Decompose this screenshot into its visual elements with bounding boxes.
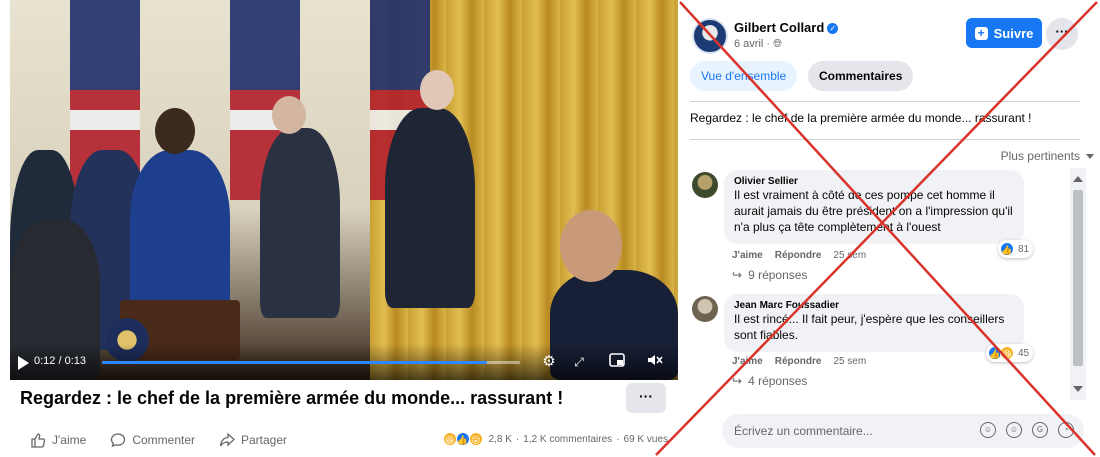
comment-reaction-count: 81 — [1018, 243, 1030, 255]
comment-reply-link[interactable]: Répondre — [775, 356, 822, 367]
video-time: 0:12 / 0:13 — [34, 355, 86, 367]
person-figure — [130, 150, 230, 320]
comment-sort-dropdown[interactable]: Plus pertinents — [1001, 149, 1094, 163]
comment-bubble: Jean Marc Foussadier Il est rincé... Il … — [724, 294, 1024, 352]
video-progress-bar[interactable] — [102, 361, 520, 364]
post-date-row: 6 avril · 🌐︎ — [734, 38, 782, 51]
comment-author[interactable]: Jean Marc Foussadier — [734, 300, 1014, 311]
comment-bubble: Olivier Sellier Il est vraiment à côté d… — [724, 170, 1024, 244]
composer-icons: ☺ ☺ G ◔ — [980, 422, 1074, 438]
comment-icon — [111, 433, 126, 448]
settings-icon[interactable]: ⚙ — [540, 353, 558, 371]
video-progress-fill — [102, 361, 487, 364]
comment-reaction-count: 45 — [1018, 347, 1030, 359]
comment-text: Il est rincé... Il fait peur, j'espère q… — [734, 312, 1005, 342]
thumbs-up-icon — [31, 433, 46, 448]
post-date[interactable]: 6 avril · — [734, 38, 770, 50]
plus-icon: + — [974, 26, 988, 40]
view-replies-link[interactable]: ↪ 4 réponses — [732, 374, 807, 388]
comment-label: Commenter — [132, 433, 195, 447]
like-reaction-icon: 👍 — [455, 432, 470, 446]
scroll-down-arrow-icon[interactable] — [1073, 386, 1083, 392]
divider — [690, 139, 1080, 140]
reply-arrow-icon: ↪ — [732, 268, 743, 282]
follow-button[interactable]: + Suivre — [966, 18, 1042, 48]
like-button[interactable]: J'aime — [30, 432, 86, 448]
comment-reactions[interactable]: 👍 😆 45 — [986, 344, 1034, 362]
author-name-row: Gilbert Collard ✓ — [734, 20, 839, 35]
facebook-video-post: 0:12 / 0:13 ⚙ ⤢ Regardez : le chef de la… — [0, 0, 1100, 457]
video-controls: 0:12 / 0:13 ⚙ ⤢ — [10, 344, 678, 380]
sticker-icon[interactable]: ◔ — [1058, 422, 1074, 438]
comment-reactions[interactable]: 👍 81 — [998, 240, 1034, 258]
comment-meta: J'aime Répondre 25 sem — [732, 356, 866, 367]
like-reaction-icon: 👍 — [1000, 242, 1014, 256]
post-caption: Regardez : le chef de la première armée … — [690, 111, 1032, 125]
comment-like-link[interactable]: J'aime — [732, 356, 763, 367]
volume-muted-icon[interactable] — [646, 353, 664, 371]
comments-scrollbar[interactable] — [1070, 168, 1086, 400]
comment-composer[interactable]: Écrivez un commentaire... ☺ ☺ G ◔ — [722, 414, 1084, 448]
tab-overview[interactable]: Vue d'ensemble — [690, 61, 798, 91]
gif-icon[interactable]: G — [1032, 422, 1048, 438]
comment-time[interactable]: 25 sem — [833, 356, 866, 367]
comment-reply-link[interactable]: Répondre — [775, 250, 822, 261]
share-button[interactable]: Partager — [219, 432, 287, 448]
comment-text: Il est vraiment à côté de ces pompe cet … — [734, 188, 1013, 234]
divider — [690, 101, 1080, 102]
panel-more-button[interactable]: ··· — [1046, 18, 1078, 50]
comment-author[interactable]: Olivier Sellier — [734, 176, 1014, 187]
commenter-avatar[interactable] — [692, 172, 718, 198]
replies-label: 9 réponses — [748, 268, 808, 282]
tab-comments[interactable]: Commentaires — [808, 61, 914, 91]
follow-label: Suivre — [993, 25, 1034, 41]
person-head — [155, 108, 195, 154]
scroll-thumb[interactable] — [1073, 190, 1083, 366]
post-actions: J'aime Commenter Partager — [30, 431, 287, 449]
chevron-down-icon — [1086, 153, 1094, 159]
reaction-count[interactable]: 2,8 K — [489, 434, 512, 445]
miniplayer-icon[interactable] — [608, 353, 626, 371]
like-label: J'aime — [52, 433, 87, 447]
person-head — [560, 210, 622, 282]
view-count: 69 K vues — [623, 433, 668, 445]
verified-badge-icon: ✓ — [827, 23, 839, 34]
post-side-panel: Gilbert Collard ✓ 6 avril · 🌐︎ + Suivre ·… — [680, 0, 1100, 457]
replies-label: 4 réponses — [748, 374, 808, 388]
post-stats: 😆 👍 😮 2,8 K · 1,2 K commentaires · 69 K … — [442, 432, 668, 446]
separator-dot: · — [616, 433, 620, 445]
play-icon[interactable] — [18, 356, 29, 370]
avatar-sticker-icon[interactable]: ☺ — [980, 422, 996, 438]
commenter-avatar[interactable] — [692, 296, 718, 322]
comment-input-placeholder[interactable]: Écrivez un commentaire... — [734, 424, 873, 438]
wow-reaction-icon: 😮 — [468, 432, 483, 446]
person-figure — [385, 108, 475, 308]
comment-count[interactable]: 1,2 K commentaires — [523, 434, 612, 445]
share-label: Partager — [241, 433, 288, 447]
video-player[interactable]: 0:12 / 0:13 ⚙ ⤢ — [10, 0, 678, 380]
author-avatar[interactable] — [692, 18, 728, 54]
post-more-button[interactable]: ··· — [626, 383, 666, 413]
comment-like-link[interactable]: J'aime — [732, 250, 763, 261]
scroll-up-arrow-icon[interactable] — [1073, 176, 1083, 182]
separator-dot: · — [515, 433, 520, 445]
post-title: Regardez : le chef de la première armée … — [20, 388, 564, 408]
share-icon — [219, 432, 235, 447]
reply-arrow-icon: ↪ — [732, 374, 743, 388]
comment-button[interactable]: Commenter — [110, 432, 195, 448]
person-head — [272, 96, 306, 134]
comment-time[interactable]: 25 sem — [833, 250, 866, 261]
fullscreen-icon[interactable]: ⤢ — [570, 353, 588, 371]
haha-reaction-icon: 😆 — [442, 432, 457, 446]
sort-label: Plus pertinents — [1000, 149, 1080, 163]
view-replies-link[interactable]: ↪ 9 réponses — [732, 268, 807, 282]
comment-meta: J'aime Répondre 25 sem — [732, 250, 866, 261]
person-head — [420, 70, 454, 110]
globe-icon: 🌐︎ — [773, 38, 782, 50]
author-name[interactable]: Gilbert Collard — [734, 20, 824, 35]
person-figure — [260, 128, 340, 318]
haha-reaction-icon: 😆 — [1000, 346, 1014, 360]
emoji-icon[interactable]: ☺ — [1006, 422, 1022, 438]
